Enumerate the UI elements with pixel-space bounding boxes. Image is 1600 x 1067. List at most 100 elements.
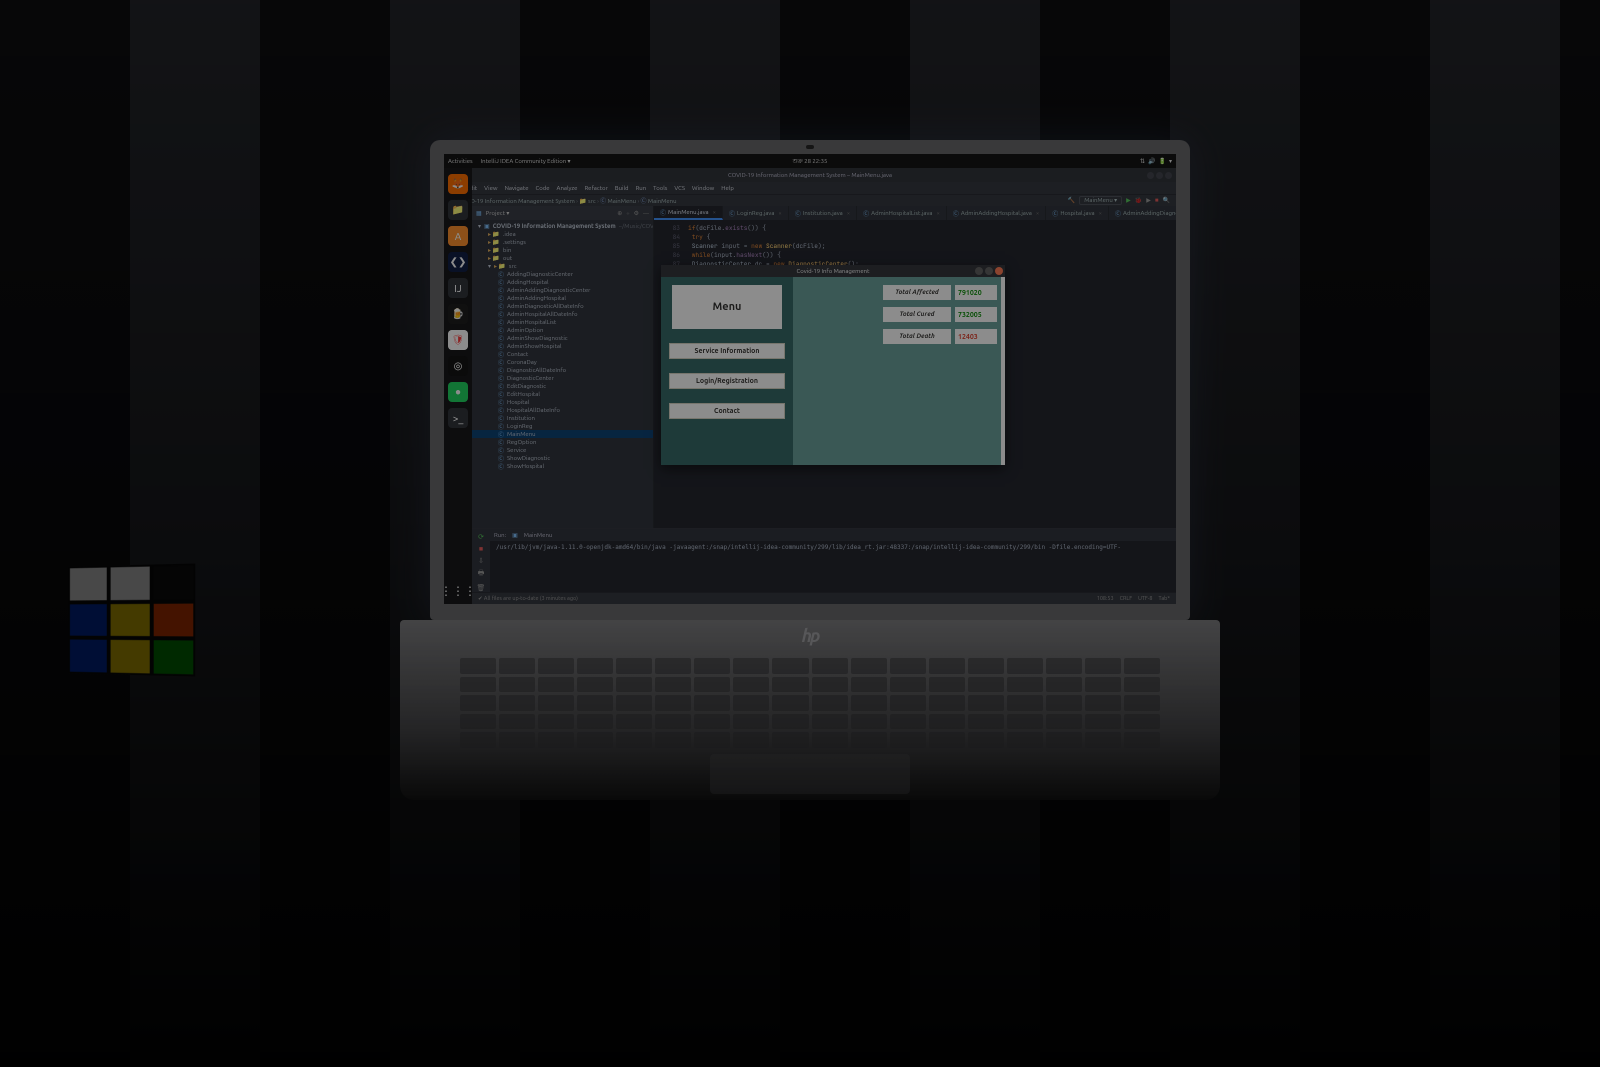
brave-icon[interactable]: 🛡 <box>448 330 468 350</box>
app-title: Covid-19 Info Management <box>797 268 870 275</box>
ide-menu-bar: FileEditViewNavigateCodeAnalyzeRefactorB… <box>444 182 1176 194</box>
project-root[interactable]: COVID-19 Information Management System <box>493 223 616 230</box>
tab-hospital-java[interactable]: ⒸHospital.java× <box>1046 206 1109 220</box>
project-tool-header[interactable]: ▦ Project ▾ ⊕÷⚙— <box>472 206 653 220</box>
menu-tools[interactable]: Tools <box>653 185 667 192</box>
power-icon: ▾ <box>1169 158 1172 165</box>
contact-button[interactable]: Contact <box>669 403 785 419</box>
run-icon[interactable]: ▶ <box>1126 197 1131 204</box>
search-icon[interactable]: 🔍 <box>1163 197 1170 204</box>
tree-item-.idea[interactable]: ▸ 📁 .idea <box>472 230 653 238</box>
project-root-path: ~/Music/COV… <box>619 223 653 230</box>
hp-logo: hp <box>802 626 819 646</box>
run-output[interactable]: /usr/lib/jvm/java-1.11.0-openjdk-amd64/b… <box>490 541 1176 592</box>
app-grid-icon[interactable]: ⋮⋮⋮ <box>444 584 476 598</box>
clock[interactable]: শুক্র 28 22:35 <box>793 156 828 167</box>
status-message: ✔ All files are up-to-date (3 minutes ag… <box>478 596 578 602</box>
run-tab-label[interactable]: MainMenu <box>524 532 553 539</box>
build-icon[interactable]: 🔨 <box>1068 197 1075 204</box>
tree-item-out[interactable]: ▸ 📁 out <box>472 254 653 262</box>
status-bar: ✔ All files are up-to-date (3 minutes ag… <box>472 594 1176 604</box>
breadcrumb[interactable]: ▣ COVID-19 Information Management System… <box>450 196 677 205</box>
app-menu[interactable]: IntelliJ IDEA Community Edition ▾ <box>481 158 571 165</box>
battery-icon: 🔋 <box>1159 158 1166 165</box>
menu-help[interactable]: Help <box>721 185 734 192</box>
screen: Activities IntelliJ IDEA Community Editi… <box>444 154 1176 604</box>
project-tool-window: ▦ Project ▾ ⊕÷⚙— ▾▣ COVID-19 Information… <box>472 206 654 528</box>
debug-icon[interactable]: 🐞 <box>1135 197 1142 204</box>
total-cured-label: Total Cured <box>883 307 951 322</box>
network-icon: ⇅ <box>1140 158 1145 165</box>
close-button[interactable] <box>1165 172 1172 179</box>
files-icon[interactable]: 📁 <box>448 200 468 220</box>
coverage-icon[interactable]: ▶ <box>1146 197 1151 204</box>
stop-icon[interactable]: ■ <box>1155 197 1159 204</box>
tab-adminaddingdiagnosticcenter-java[interactable]: ⒸAdminAddingDiagnosticCenter.java× <box>1109 206 1176 220</box>
webcam <box>806 145 814 149</box>
system-menu[interactable]: ⇅ 🔊 🔋 ▾ <box>1140 158 1172 165</box>
total-affected-label: Total Affected <box>883 285 951 300</box>
menu-run[interactable]: Run <box>636 185 647 192</box>
total-death-label: Total Death <box>883 329 951 344</box>
menu-vcs[interactable]: VCS <box>674 185 685 192</box>
tab-loginreg-java[interactable]: ⒸLoginReg.java× <box>723 206 789 220</box>
gnome-top-bar: Activities IntelliJ IDEA Community Editi… <box>444 154 1176 168</box>
laptop: Activities IntelliJ IDEA Community Editi… <box>400 140 1220 800</box>
ubuntu-dock: 🦊📁A❮❯IJ🍺🛡◎●>_⋮⋮⋮ <box>444 168 472 604</box>
tab-mainmenu-java[interactable]: ⒸMainMenu.java× <box>654 206 723 220</box>
rerun-icon[interactable]: ⟳ <box>478 533 484 541</box>
app-title-bar[interactable]: Covid-19 Info Management <box>661 265 1005 277</box>
menu-window[interactable]: Window <box>692 185 714 192</box>
run-tab-prefix: Run: <box>494 532 506 539</box>
laptop-base: hp <box>400 620 1220 800</box>
app-minimize-icon[interactable] <box>975 267 983 275</box>
ide-title-bar: COVID-19 Information Management System –… <box>444 168 1176 182</box>
terminal-icon[interactable]: >_ <box>448 408 468 428</box>
trackpad <box>710 754 910 794</box>
intellij-icon[interactable]: IJ <box>448 278 468 298</box>
ide-title: COVID-19 Information Management System –… <box>728 172 892 179</box>
run-print-icon[interactable]: 🖶 <box>478 569 485 580</box>
tree-item-.settings[interactable]: ▸ 📁 .settings <box>472 238 653 246</box>
minimize-button[interactable] <box>1147 172 1154 179</box>
menu-navigate[interactable]: Navigate <box>505 185 529 192</box>
beer-icon[interactable]: 🍺 <box>448 304 468 324</box>
activities-button[interactable]: Activities <box>448 158 473 165</box>
project-tree[interactable]: ▾▣ COVID-19 Information Management Syste… <box>472 220 653 472</box>
tree-item-bin[interactable]: ▸ 📁 bin <box>472 246 653 254</box>
spotify-icon[interactable]: ● <box>448 382 468 402</box>
app-close-icon[interactable] <box>995 267 1003 275</box>
rubiks-cube-prop <box>68 563 195 676</box>
service-information-button[interactable]: Service Information <box>669 343 785 359</box>
menu-view[interactable]: View <box>484 185 497 192</box>
tab-adminaddinghospital-java[interactable]: ⒸAdminAddingHospital.java× <box>947 206 1046 220</box>
run-down-icon[interactable]: ⇩ <box>478 557 484 565</box>
editor-tabs: ⒸMainMenu.java×ⒸLoginReg.java×ⒸInstituti… <box>654 206 1176 220</box>
login-registration-button[interactable]: Login/Registration <box>669 373 785 389</box>
app-window: Covid-19 Info Management Menu Service In… <box>661 265 1005 465</box>
run-config-selector[interactable]: MainMenu ▾ <box>1079 196 1122 205</box>
total-affected-value: 791020 <box>955 285 997 300</box>
firefox-icon[interactable]: 🦊 <box>448 174 468 194</box>
menu-refactor[interactable]: Refactor <box>584 185 607 192</box>
app-maximize-icon[interactable] <box>985 267 993 275</box>
project-tool-title: Project ▾ <box>486 210 510 217</box>
app-scrollbar[interactable] <box>1001 277 1005 465</box>
menu-code[interactable]: Code <box>536 185 550 192</box>
run-trash-icon[interactable]: 🗑 <box>477 584 486 592</box>
menu-analyze[interactable]: Analyze <box>557 185 578 192</box>
tab-institution-java[interactable]: ⒸInstitution.java× <box>789 206 857 220</box>
keyboard <box>460 658 1160 748</box>
status-right: 108:53CRLFUTF-8Tab* <box>1097 596 1170 602</box>
run-stop-icon[interactable]: ■ <box>479 545 483 553</box>
maximize-button[interactable] <box>1156 172 1163 179</box>
vscode-icon[interactable]: ❮❯ <box>448 252 468 272</box>
volume-icon: 🔊 <box>1148 158 1155 165</box>
tab-adminhospitallist-java[interactable]: ⒸAdminHospitalList.java× <box>857 206 947 220</box>
run-tool-window: ⟳ ■ ⇩ 🖶 🗑 Run: ▣ MainMenu /usr/lib/jvm/j… <box>472 528 1176 592</box>
tree-item-showhospital[interactable]: Ⓒ ShowHospital <box>472 462 653 470</box>
obs-icon[interactable]: ◎ <box>448 356 468 376</box>
software-icon[interactable]: A <box>448 226 468 246</box>
menu-build[interactable]: Build <box>615 185 629 192</box>
ide-nav-bar: ▣ COVID-19 Information Management System… <box>444 194 1176 206</box>
